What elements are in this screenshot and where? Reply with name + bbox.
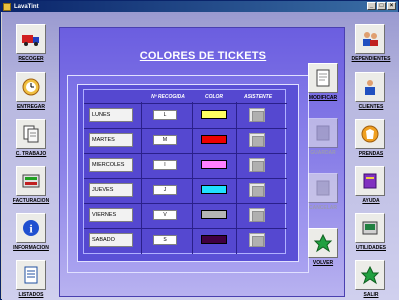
- asistente-button-jueves[interactable]: [249, 183, 265, 197]
- main-area: RECOGER ENTREGAR C. TRABAJO FACTURACION …: [2, 12, 399, 300]
- recoger-label: RECOGER: [18, 56, 44, 62]
- header-color: COLOR: [204, 94, 224, 100]
- row-divider: [84, 153, 287, 154]
- color-swatch-martes[interactable]: [201, 135, 227, 144]
- day-sabado: SABADO: [89, 233, 133, 247]
- modificar-button[interactable]: [308, 63, 338, 93]
- clientes-label: CLIENTES: [358, 104, 384, 110]
- col-divider: [236, 102, 237, 254]
- entregar-button[interactable]: [16, 72, 46, 102]
- modificar-label: MODIFICAR: [308, 95, 338, 101]
- maximize-button[interactable]: □: [377, 2, 386, 10]
- colors-panel: COLORES DE TICKETS Nº RECOGIDA COLOR ASI…: [59, 27, 345, 297]
- window-title: LavaTint: [14, 3, 39, 10]
- color-swatch-viernes[interactable]: [201, 210, 227, 219]
- utilidades-button[interactable]: [355, 213, 385, 243]
- header-asistente: ASISTENTE: [243, 94, 273, 100]
- recoger-button[interactable]: [16, 24, 46, 54]
- clothes-icon: [361, 125, 379, 143]
- app-window: LavaTint _ □ × RECOGER ENTREGAR C. TRABA…: [0, 0, 399, 300]
- row-divider: [84, 203, 287, 204]
- row-divider: [84, 128, 287, 129]
- day-viernes: VIERNES: [89, 208, 133, 222]
- ayuda-label: AYUDA: [362, 198, 380, 204]
- asistente-button-lunes[interactable]: [249, 108, 265, 122]
- col-divider: [141, 102, 142, 254]
- color-swatch-miercoles[interactable]: [201, 160, 227, 169]
- volver-button[interactable]: [308, 228, 338, 258]
- save-icon: [316, 125, 330, 141]
- close-button[interactable]: ×: [387, 2, 396, 10]
- facturacion-label: FACTURACION: [12, 198, 50, 204]
- c-trabajo-label: C. TRABAJO: [15, 151, 47, 157]
- header-recogida: Nº RECOGIDA: [151, 94, 185, 100]
- prendas-button[interactable]: [355, 119, 385, 149]
- help-book-icon: [363, 173, 377, 189]
- asistente-button-martes[interactable]: [249, 133, 265, 147]
- row-divider: [84, 178, 287, 179]
- code-input-sabado[interactable]: S: [153, 235, 177, 245]
- clients-icon: [365, 80, 375, 95]
- edit-icon: [316, 69, 330, 87]
- cancelar-label: CANCELAR: [308, 205, 338, 211]
- list-icon: [24, 266, 38, 284]
- code-input-miercoles[interactable]: I: [153, 160, 177, 170]
- info-icon: i: [23, 220, 39, 236]
- col-divider: [192, 102, 193, 254]
- back-icon: [313, 233, 333, 253]
- listados-label: LISTADOS: [18, 292, 44, 298]
- day-martes: MARTES: [89, 133, 133, 147]
- exit-icon: [360, 265, 380, 285]
- cancel-icon: [316, 180, 330, 196]
- code-input-viernes[interactable]: V: [153, 210, 177, 220]
- informacion-label: INFORMACION: [13, 245, 49, 251]
- prendas-label: PRENDAS: [358, 151, 384, 157]
- salir-label: SALIR: [363, 292, 379, 298]
- color-swatch-sabado[interactable]: [201, 235, 227, 244]
- salir-button[interactable]: [355, 260, 385, 290]
- code-input-lunes[interactable]: L: [153, 110, 177, 120]
- dependientes-label: DEPENDIENTES: [351, 56, 391, 62]
- clock-icon: [22, 78, 40, 96]
- volver-label: VOLVER: [312, 260, 334, 266]
- color-swatch-jueves[interactable]: [201, 185, 227, 194]
- code-input-jueves[interactable]: J: [153, 185, 177, 195]
- invoice-icon: [22, 174, 40, 188]
- documents-icon: [23, 125, 39, 143]
- panel-title: COLORES DE TICKETS: [139, 50, 267, 62]
- code-input-martes[interactable]: M: [153, 135, 177, 145]
- listados-button[interactable]: [16, 260, 46, 290]
- guardar-button[interactable]: [308, 118, 338, 148]
- informacion-button[interactable]: i: [16, 213, 46, 243]
- ticket-colors-table: Nº RECOGIDA COLOR ASISTENTE LUNES L MART…: [83, 89, 287, 254]
- row-divider: [84, 103, 287, 104]
- table-frame-outer: Nº RECOGIDA COLOR ASISTENTE LUNES L MART…: [67, 75, 309, 273]
- dependientes-button[interactable]: [355, 24, 385, 54]
- asistente-button-miercoles[interactable]: [249, 158, 265, 172]
- c-trabajo-button[interactable]: [16, 119, 46, 149]
- table-frame-inner: Nº RECOGIDA COLOR ASISTENTE LUNES L MART…: [77, 84, 299, 262]
- row-divider: [84, 228, 287, 229]
- facturacion-button[interactable]: [16, 166, 46, 196]
- people-icon: [363, 32, 378, 46]
- asistente-button-sabado[interactable]: [249, 233, 265, 247]
- utilidades-label: UTILIDADES: [356, 245, 386, 251]
- app-icon: [3, 2, 11, 11]
- entregar-label: ENTREGAR: [16, 104, 46, 110]
- day-miercoles: MIERCOLES: [89, 158, 133, 172]
- color-swatch-lunes[interactable]: [201, 110, 227, 119]
- title-bar[interactable]: LavaTint _ □ ×: [1, 1, 398, 12]
- asistente-button-viernes[interactable]: [249, 208, 265, 222]
- tools-icon: [362, 221, 378, 235]
- day-jueves: JUEVES: [89, 183, 133, 197]
- ayuda-button[interactable]: [355, 166, 385, 196]
- guardar-label: GUARDAR: [310, 150, 336, 156]
- minimize-button[interactable]: _: [367, 2, 376, 10]
- cancelar-button[interactable]: [308, 173, 338, 203]
- clientes-button[interactable]: [355, 72, 385, 102]
- truck-icon: [22, 35, 39, 46]
- day-lunes: LUNES: [89, 108, 133, 122]
